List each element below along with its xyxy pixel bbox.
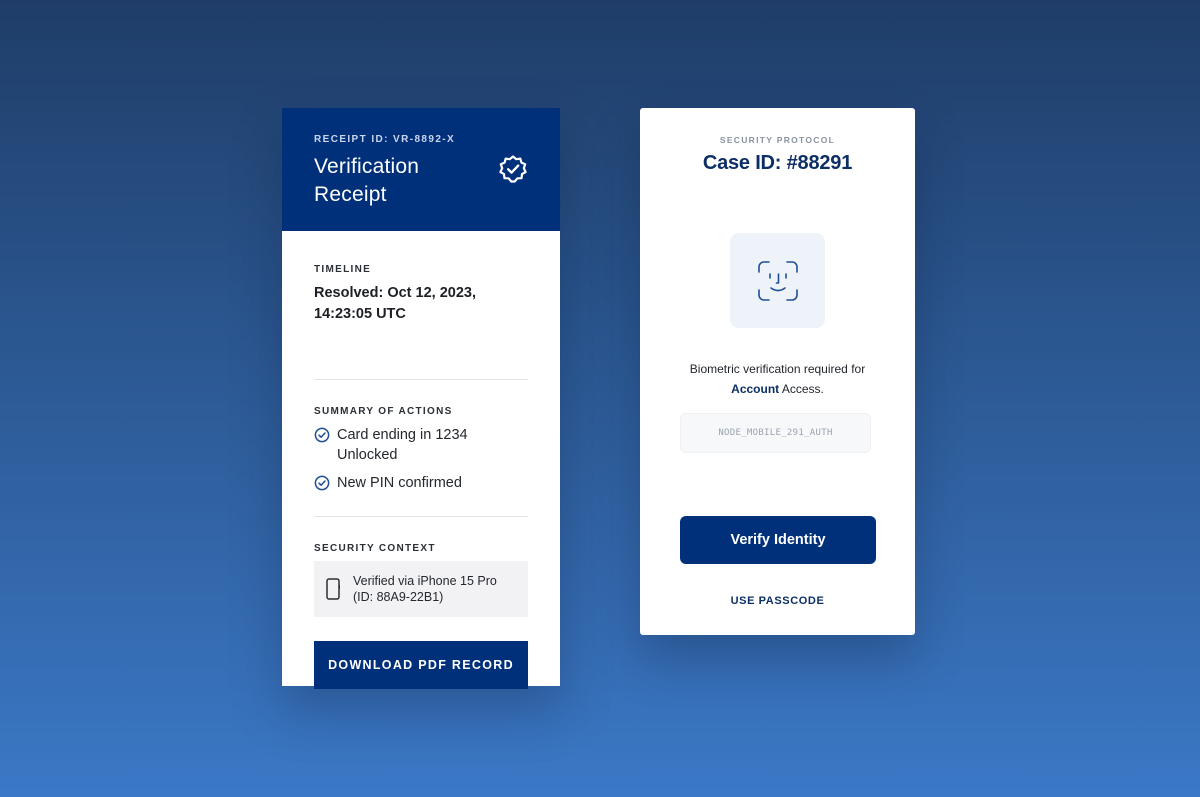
action-list: Card ending in 1234 Unlocked New PIN con… xyxy=(314,425,528,493)
check-circle-icon xyxy=(314,475,330,491)
download-pdf-button[interactable]: DOWNLOAD PDF RECORD xyxy=(314,641,528,689)
device-info-box: Verified via iPhone 15 Pro (ID: 88A9-22B… xyxy=(314,561,528,617)
verify-identity-button[interactable]: Verify Identity xyxy=(680,516,876,564)
device-text: Verified via iPhone 15 Pro (ID: 88A9-22B… xyxy=(353,573,497,605)
biometric-highlight: Account xyxy=(731,382,780,396)
case-id: Case ID: #88291 xyxy=(702,152,853,174)
use-passcode-link[interactable]: USE PASSCODE xyxy=(640,595,915,607)
receipt-title: Verification Receipt xyxy=(314,155,420,206)
timeline-section: TIMELINE Resolved: Oct 12, 2023, 14:23:0… xyxy=(314,264,528,379)
action-text: New PIN confirmed xyxy=(337,475,462,491)
security-section: SECURITY CONTEXT Verified via iPhone 15 … xyxy=(314,517,528,617)
action-item: Card ending in 1234 Unlocked xyxy=(314,425,528,465)
timeline-value: Resolved: Oct 12, 2023, 14:23:05 UTC xyxy=(314,285,476,322)
security-label: SECURITY CONTEXT xyxy=(314,543,436,554)
biometric-prefix: Biometric verification required for xyxy=(689,362,866,376)
action-item: New PIN confirmed xyxy=(314,473,528,493)
face-id-tile xyxy=(730,233,825,328)
phone-icon xyxy=(326,578,340,600)
node-id-field: NODE_MOBILE_291_AUTH xyxy=(680,413,871,453)
timeline-label: TIMELINE xyxy=(314,264,372,275)
device-line-1: Verified via iPhone 15 Pro xyxy=(353,574,497,588)
receipt-id: RECEIPT ID: VR-8892-X xyxy=(314,134,456,145)
protocol-kicker: SECURITY PROTOCOL xyxy=(719,135,836,145)
receipt-body: TIMELINE Resolved: Oct 12, 2023, 14:23:0… xyxy=(282,231,560,689)
biometric-suffix: Access. xyxy=(781,382,824,396)
actions-section: SUMMARY OF ACTIONS Card ending in 1234 U… xyxy=(314,380,528,516)
receipt-header: RECEIPT ID: VR-8892-X Verification Recei… xyxy=(282,108,560,231)
check-circle-icon xyxy=(314,427,330,443)
verification-receipt-card: RECEIPT ID: VR-8892-X Verification Recei… xyxy=(282,108,560,689)
verified-badge-icon xyxy=(499,155,527,183)
actions-label: SUMMARY OF ACTIONS xyxy=(314,406,453,417)
device-line-2: (ID: 88A9-22B1) xyxy=(353,590,444,604)
face-id-icon xyxy=(757,260,798,301)
biometric-message: Biometric verification required for Acco… xyxy=(660,359,895,399)
action-text: Card ending in 1234 Unlocked xyxy=(337,427,468,463)
security-protocol-card: SECURITY PROTOCOL Case ID: #88291 Biomet… xyxy=(640,108,915,635)
